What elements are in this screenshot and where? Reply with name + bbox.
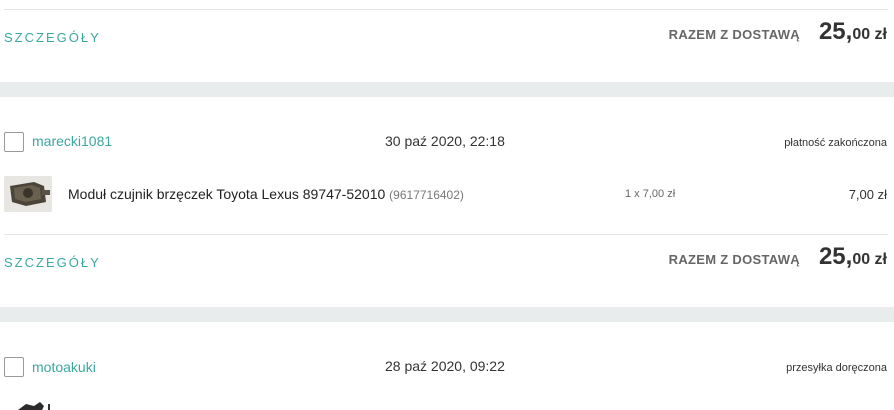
total-with-shipping-label: RAZEM Z DOSTAWĄ bbox=[668, 27, 800, 42]
item-title-link[interactable]: Moduł czujnik brzęczek Toyota Lexus 8974… bbox=[68, 186, 464, 202]
item-offer-id: (9617716402) bbox=[389, 188, 464, 202]
order-select-checkbox[interactable] bbox=[4, 132, 24, 152]
seller-link[interactable]: motoakuki bbox=[32, 359, 96, 375]
divider bbox=[4, 234, 888, 235]
order-date: 30 paź 2020, 22:18 bbox=[385, 133, 505, 149]
item-quantity: 1 x 7,00 zł bbox=[625, 188, 676, 200]
seller-link[interactable]: marecki1081 bbox=[32, 133, 112, 149]
order-separator bbox=[0, 82, 894, 97]
total-with-shipping-label: RAZEM Z DOSTAWĄ bbox=[668, 252, 800, 267]
order-select-checkbox[interactable] bbox=[4, 357, 24, 377]
total-amount: 25,00 zł bbox=[819, 243, 887, 271]
product-thumbnail[interactable] bbox=[4, 396, 52, 410]
order-date: 28 paź 2020, 09:22 bbox=[385, 358, 505, 374]
total-amount-cents: 00 zł bbox=[852, 251, 887, 268]
order-separator bbox=[0, 307, 894, 322]
item-price: 7,00 zł bbox=[848, 187, 887, 202]
total-amount: 25,00 zł bbox=[819, 18, 887, 46]
total-amount-main: 25, bbox=[818, 243, 853, 270]
product-thumbnail[interactable] bbox=[4, 176, 52, 212]
details-link[interactable]: SZCZEGÓŁY bbox=[4, 30, 101, 45]
order-status: płatność zakończona bbox=[784, 137, 887, 149]
total-amount-main: 25, bbox=[818, 18, 853, 45]
total-amount-cents: 00 zł bbox=[852, 26, 887, 43]
order-status: przesyłka doręczona bbox=[786, 362, 887, 374]
details-link[interactable]: SZCZEGÓŁY bbox=[4, 255, 101, 270]
item-title: Moduł czujnik brzęczek Toyota Lexus 8974… bbox=[68, 186, 386, 202]
divider bbox=[4, 9, 888, 10]
